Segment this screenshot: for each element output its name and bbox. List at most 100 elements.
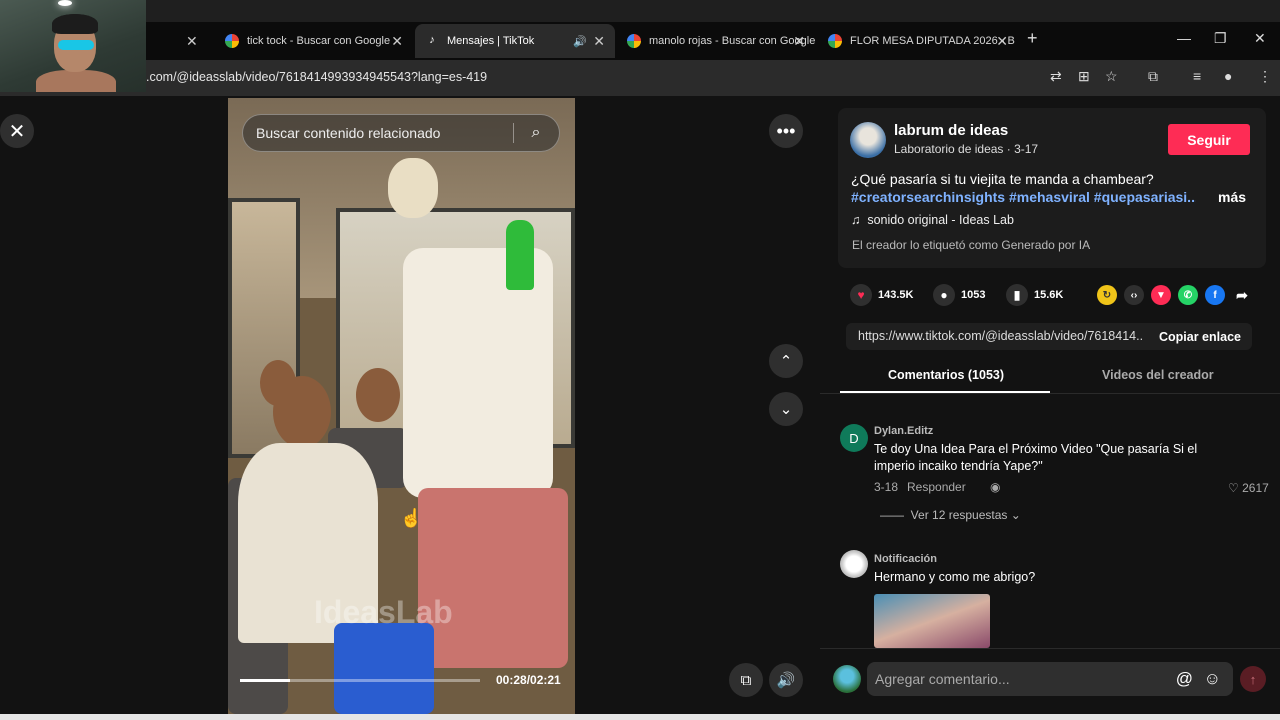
volume-icon: 🔊: [776, 672, 796, 689]
chevron-up-icon: ⌃: [779, 353, 793, 370]
copy-link-button[interactable]: Copiar enlace: [1148, 323, 1252, 350]
comment-text-line: Te doy Una Idea Para el Próximo Video "Q…: [874, 442, 1198, 456]
heart-icon: ♥: [850, 284, 872, 306]
share-link-text[interactable]: https://www.tiktok.com/@ideasslab/video/…: [858, 329, 1143, 343]
close-tab-icon[interactable]: ✕: [186, 24, 210, 58]
share-arrow-icon[interactable]: ➦: [1232, 285, 1252, 305]
bookmark-icon: ▮: [1006, 284, 1028, 306]
facebook-icon[interactable]: f: [1205, 285, 1225, 305]
comment-text: Hermano y como me abrigo?: [874, 570, 1036, 584]
profile-icon[interactable]: ●: [1224, 68, 1232, 84]
video-skeleton-skull: [388, 158, 438, 218]
pip-icon: ⧉: [740, 671, 752, 689]
close-tab-icon[interactable]: ✕: [593, 33, 605, 50]
video-progress-bar[interactable]: [240, 679, 480, 682]
translate-icon[interactable]: ⇄: [1050, 68, 1062, 85]
video-description: ¿Qué pasaría si tu viejita te manda a ch…: [851, 171, 1154, 187]
tab-google-tick-tock[interactable]: tick tock - Buscar con Google ✕: [215, 24, 413, 58]
install-app-icon[interactable]: ⊞: [1078, 68, 1090, 85]
window-close-button[interactable]: ✕: [1254, 30, 1266, 47]
close-tab-icon[interactable]: ✕: [793, 33, 805, 50]
creator-name[interactable]: labrum de ideas: [894, 122, 1008, 139]
comment-avatar[interactable]: D: [840, 424, 868, 452]
previous-video-button[interactable]: ⌃: [769, 344, 803, 378]
tab-comments[interactable]: Comentarios (1053): [888, 368, 1004, 382]
search-icon[interactable]: ⌕: [514, 124, 558, 142]
mouse-cursor-icon: ☝: [400, 508, 423, 528]
video-hashtags[interactable]: #creatorsearchinsights #mehasviral #quep…: [851, 189, 1196, 205]
mention-icon[interactable]: @: [1176, 669, 1193, 689]
comment-like-button[interactable]: ♡ 2617: [1228, 481, 1269, 495]
tab-tiktok-messages[interactable]: ♪ Mensajes | TikTok 🔊 ✕: [415, 24, 615, 58]
tab-creator-videos[interactable]: Videos del creador: [1102, 368, 1214, 382]
close-tab-icon[interactable]: ✕: [996, 33, 1008, 50]
active-tab-indicator: [840, 391, 1050, 393]
close-video-button[interactable]: ✕: [0, 114, 34, 148]
comment-input-box[interactable]: @ ☺: [867, 662, 1233, 696]
tab-google-flor-mesa[interactable]: FLOR MESA DIPUTADA 2026 - B ✕: [818, 24, 1018, 58]
minimize-button[interactable]: —: [1177, 30, 1191, 46]
related-search-input[interactable]: [243, 125, 513, 141]
repost-share-icon[interactable]: ↻: [1097, 285, 1117, 305]
media-control-icon[interactable]: ≡: [1193, 68, 1201, 84]
more-options-button[interactable]: •••: [769, 114, 803, 148]
more-dots-icon: •••: [776, 120, 796, 141]
tab-google-manolo-rojas[interactable]: manolo rojas - Buscar con Google ✕: [617, 24, 815, 58]
whatsapp-icon[interactable]: ✆: [1178, 285, 1198, 305]
reply-button[interactable]: Responder: [907, 480, 966, 494]
comment-avatar[interactable]: [840, 550, 868, 578]
new-tab-button[interactable]: +: [1027, 28, 1038, 49]
comment-author[interactable]: Dylan.Editz: [874, 425, 933, 437]
extensions-icon[interactable]: ⧉: [1148, 68, 1158, 85]
google-icon: [225, 34, 239, 48]
emoji-icon[interactable]: ☺: [1204, 669, 1221, 689]
video-passenger-head: [356, 368, 400, 422]
chevron-down-icon: ⌄: [1010, 508, 1021, 522]
bookmark-star-icon[interactable]: ☆: [1105, 68, 1118, 85]
like-button[interactable]: ♥ 143.5K: [850, 284, 913, 306]
creator-badge-icon: ◉: [990, 480, 1001, 494]
comment-text-line: imperio incaiko tendría Yape?": [874, 459, 1043, 473]
picture-in-picture-button[interactable]: ⧉: [729, 663, 763, 697]
sound-link[interactable]: ♫ sonido original - Ideas Lab: [851, 213, 1014, 227]
embed-code-icon[interactable]: ‹›: [1124, 285, 1144, 305]
user-avatar: [833, 665, 861, 693]
chevron-down-icon: ⌄: [779, 401, 793, 418]
streamer-body: [36, 70, 116, 92]
send-comment-button[interactable]: ↑: [1240, 666, 1266, 692]
menu-kebab-icon[interactable]: ⋮: [1258, 68, 1272, 85]
creator-subtitle: Laboratorio de ideas · 3-17: [894, 142, 1039, 156]
more-description-button[interactable]: más: [1218, 189, 1246, 205]
ai-generated-label: El creador lo etiquetó como Generado por…: [852, 238, 1091, 252]
video-skeleton-shorts: [418, 488, 568, 668]
restore-button[interactable]: ❐: [1214, 30, 1227, 47]
close-icon: ✕: [8, 120, 26, 143]
comment-author[interactable]: Notificación: [874, 553, 937, 565]
url-text[interactable]: .com/@ideasslab/video/761841499393494554…: [146, 70, 487, 84]
speaker-icon[interactable]: 🔊: [573, 35, 587, 48]
close-tab-icon[interactable]: ✕: [391, 33, 403, 50]
save-button[interactable]: ▮ 15.6K: [1006, 284, 1063, 306]
follow-button[interactable]: Seguir: [1168, 124, 1250, 155]
comment-bubble-icon: ●: [933, 284, 955, 306]
google-icon: [828, 34, 842, 48]
music-note-icon: ♫: [851, 213, 861, 227]
comment-date: 3-18: [874, 480, 899, 494]
streamer-hair-top: [52, 14, 98, 34]
video-time: 00:28/02:21: [496, 673, 561, 687]
related-search-box[interactable]: ⌕: [242, 114, 560, 152]
like-count: 143.5K: [878, 289, 914, 301]
comment-button[interactable]: ● 1053: [933, 284, 985, 306]
video-progress-fill: [240, 679, 291, 682]
next-video-button[interactable]: ⌄: [769, 392, 803, 426]
streamer-sunglasses: [58, 40, 94, 50]
comment-input[interactable]: [867, 671, 1167, 687]
send-to-friend-icon[interactable]: ▼: [1151, 285, 1171, 305]
video-watermark: IdeasLab: [314, 594, 453, 630]
comment-image-thumbnail[interactable]: [874, 594, 990, 648]
view-replies-button[interactable]: —— Ver 12 respuestas ⌄: [880, 508, 1021, 522]
creator-avatar[interactable]: [850, 122, 886, 158]
video-player[interactable]: IdeasLab: [228, 98, 575, 714]
volume-button[interactable]: 🔊: [769, 663, 803, 697]
webcam-overlay: [0, 0, 146, 92]
